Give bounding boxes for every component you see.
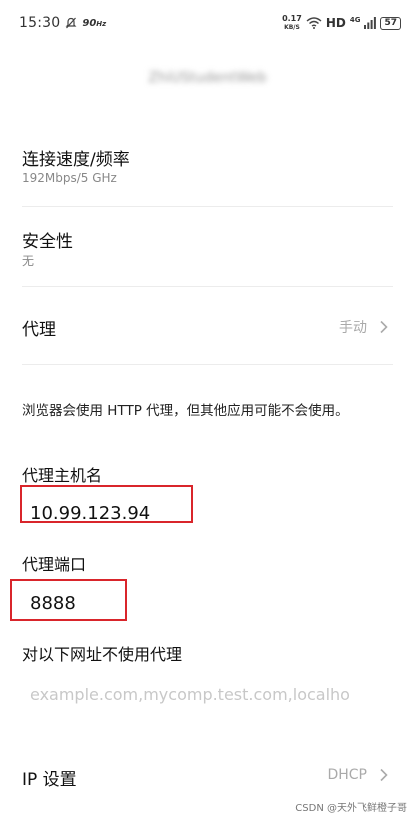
divider: [22, 364, 393, 365]
watermark: CSDN @天外飞鲜橙子哥: [295, 803, 407, 814]
wifi-icon: [306, 17, 322, 29]
chevron-right-icon: [380, 320, 388, 334]
network-gen: 4G: [349, 16, 361, 24]
security-value: 无: [22, 254, 35, 268]
proxy-host-label: 代理主机名: [22, 466, 103, 485]
refresh-rate: 90Hz: [82, 17, 107, 29]
chevron-right-icon: [380, 768, 388, 782]
proxy-mode-value: 手动: [339, 320, 367, 336]
status-bar-left: 15:30 90Hz: [19, 15, 106, 31]
status-bar-right: 0.17 KB/S HD 4G 57: [282, 14, 401, 32]
proxy-port-label: 代理端口: [22, 555, 87, 574]
bypass-input[interactable]: [20, 679, 405, 709]
clock: 15:30: [19, 15, 61, 31]
security-title: 安全性: [22, 232, 73, 252]
ip-settings-row[interactable]: IP 设置 DHCP: [0, 745, 415, 805]
bypass-label: 对以下网址不使用代理: [22, 645, 183, 664]
battery-icon: 57: [380, 16, 401, 30]
hd-indicator: HD: [325, 16, 346, 30]
proxy-value-group: 手动: [339, 317, 391, 337]
divider: [22, 206, 393, 207]
highlight-box: [10, 579, 127, 621]
proxy-note: 浏览器会使用 HTTP 代理，但其他应用可能不会使用。: [22, 403, 349, 419]
proxy-row[interactable]: 代理 手动: [0, 287, 415, 363]
network-name: ZhiUStudentWeb: [148, 70, 267, 86]
ip-settings-value: DHCP: [327, 767, 367, 783]
highlight-box: [20, 485, 193, 523]
connection-speed-title: 连接速度/频率: [22, 150, 130, 170]
ip-settings-title: IP 设置: [22, 770, 77, 790]
proxy-title: 代理: [22, 320, 56, 340]
connection-speed-value: 192Mbps/5 GHz: [22, 171, 117, 185]
net-speed: 0.17 KB/S: [282, 14, 302, 31]
status-bar: 15:30 90Hz 0.17 KB/S HD 4G 57: [0, 0, 415, 46]
mute-icon: [65, 17, 77, 29]
ip-settings-value-group: DHCP: [327, 767, 391, 783]
signal-icon: [364, 17, 377, 29]
